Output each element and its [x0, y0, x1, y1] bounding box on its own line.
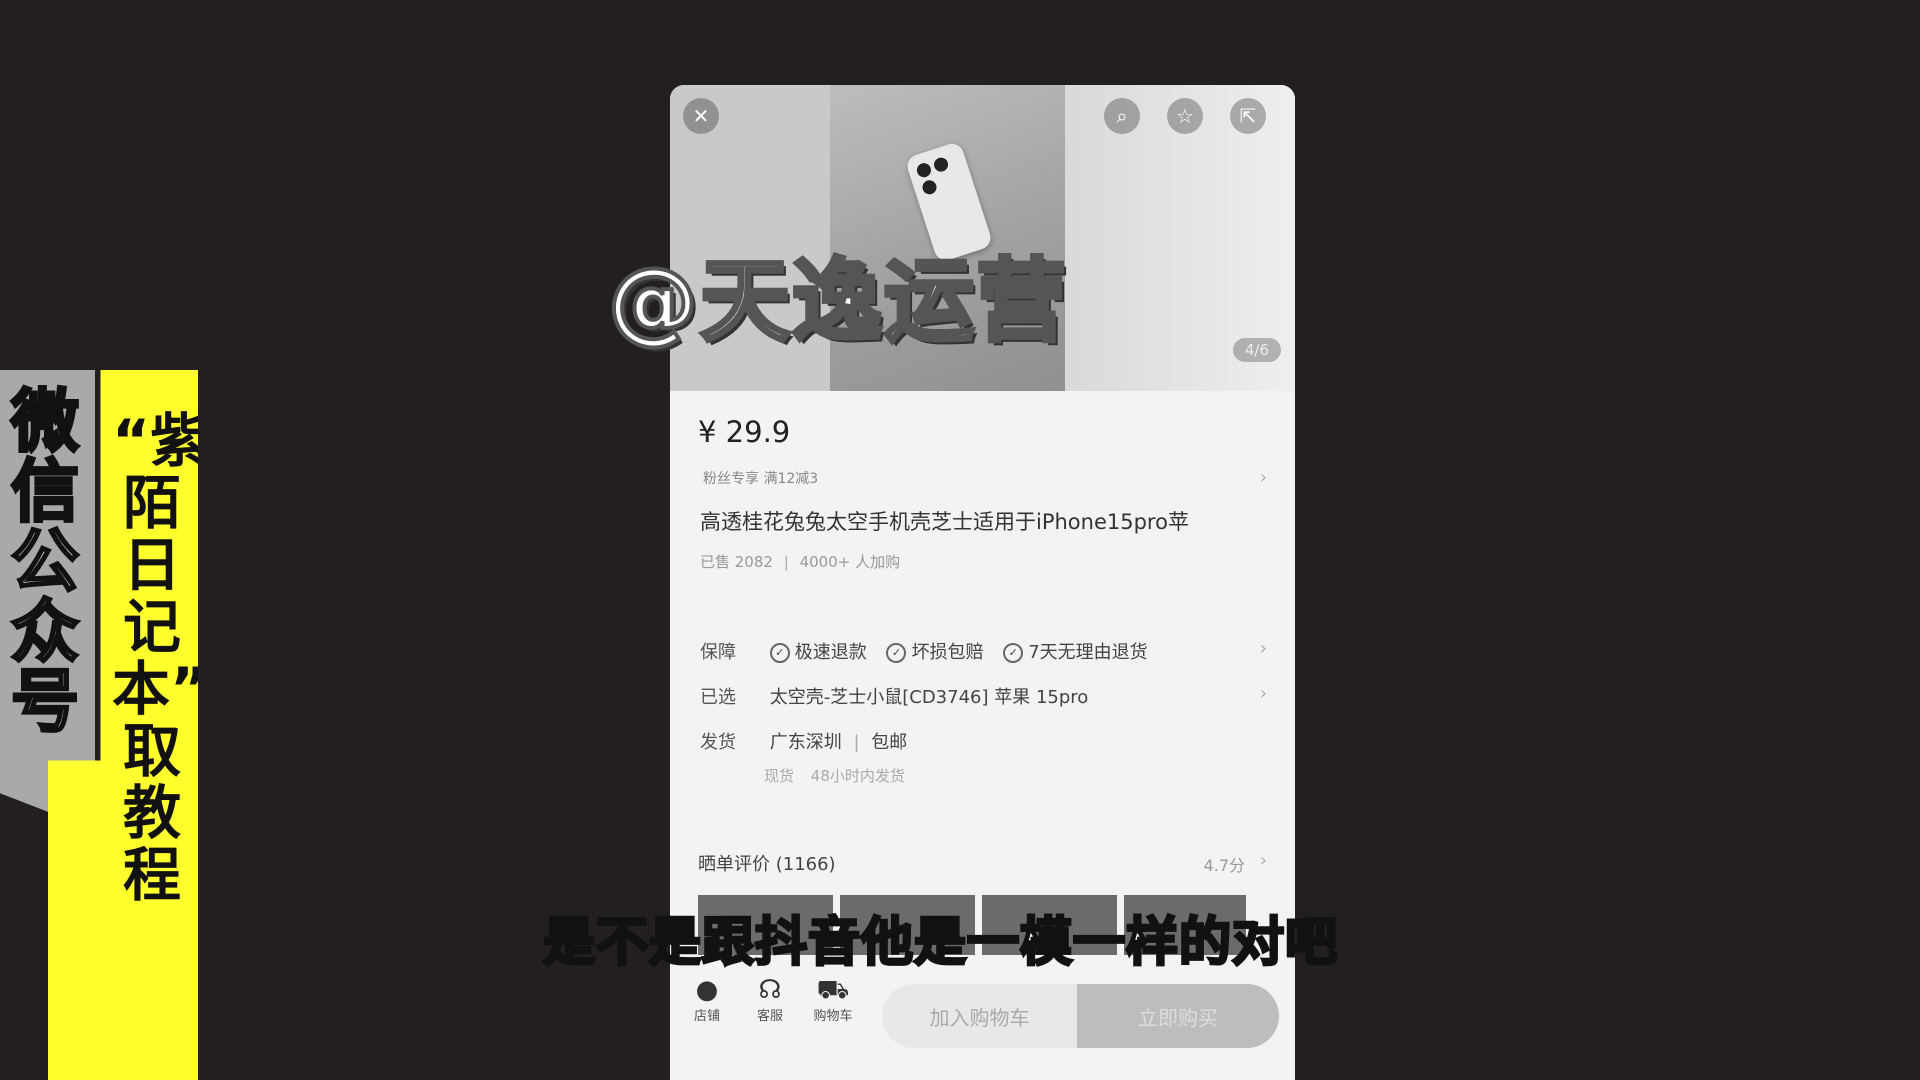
divider: |: [853, 732, 860, 753]
check-circle-icon: ✓: [886, 643, 907, 663]
camera-lens: [932, 155, 950, 174]
reviews-title[interactable]: 晒单评价 (1166): [698, 850, 836, 876]
guarantee-item: ✓ 坏损包赔: [886, 642, 983, 663]
cart-button[interactable]: ⛟ 购物车: [808, 975, 858, 1024]
chevron-right-icon[interactable]: ›: [1260, 683, 1267, 704]
shipping-label: 发货: [700, 732, 736, 753]
guarantee-item-label: 7天无理由退货: [1028, 642, 1148, 663]
divider: |: [783, 553, 789, 571]
chevron-right-icon[interactable]: ›: [1260, 638, 1267, 659]
search-icon[interactable]: ⌕: [1104, 98, 1140, 134]
check-circle-icon: ✓: [769, 643, 790, 663]
promo-tag[interactable]: 粉丝专享 满12减3: [703, 468, 818, 488]
watermark: @天逸运营: [606, 247, 1068, 356]
add-to-cart-button[interactable]: 加入购物车: [882, 984, 1077, 1048]
selected-value: 太空壳-芝士小鼠[CD3746] 苹果 15pro: [769, 687, 1089, 708]
sold-count: 已售 2082: [700, 553, 773, 571]
product-title: 高透桂花兔兔太空手机壳芝士适用于iPhone15pro苹: [700, 510, 1189, 534]
store-icon: ●: [695, 975, 719, 1005]
selected-row[interactable]: 已选 太空壳-芝士小鼠[CD3746] 苹果 15pro: [700, 683, 1088, 709]
camera-lens: [915, 161, 933, 180]
sales-info: 已售 2082 | 4000+ 人加购: [700, 551, 900, 572]
review-rating: 4.7分: [1203, 856, 1245, 875]
stock-status: 现货: [764, 767, 795, 785]
delivery-time: 48小时内发货: [810, 767, 905, 785]
camera-lens: [920, 178, 939, 197]
product-price: ¥ 29.9: [698, 415, 791, 449]
shipping-fee: 包邮: [871, 732, 908, 753]
close-icon[interactable]: ✕: [683, 98, 719, 134]
guarantee-label: 保障: [700, 642, 736, 663]
service-button[interactable]: ☊ 客服: [745, 975, 795, 1024]
guarantee-item-label: 坏损包赔: [911, 642, 984, 663]
buyers-count: 4000+ 人加购: [799, 553, 901, 571]
guarantee-row[interactable]: 保障 ✓ 极速退款 ✓ 坏损包赔 ✓ 7天无理由退货: [700, 638, 1162, 664]
service-label: 客服: [756, 1009, 783, 1024]
selected-label: 已选: [700, 687, 736, 708]
guarantee-item-label: 极速退款: [794, 642, 867, 663]
store-button[interactable]: ● 店铺: [682, 975, 732, 1024]
share-icon[interactable]: ⇱: [1230, 98, 1266, 134]
shipping-origin: 广东深圳: [769, 732, 842, 753]
buy-now-button[interactable]: 立即购买: [1077, 984, 1279, 1048]
cart-label: 购物车: [813, 1009, 853, 1024]
guarantee-item: ✓ 7天无理由退货: [1003, 642, 1148, 663]
check-circle-icon: ✓: [1003, 643, 1024, 663]
chevron-right-icon[interactable]: ›: [1260, 850, 1267, 871]
cart-icon: ⛟: [816, 975, 850, 1005]
chevron-right-icon[interactable]: ›: [1260, 467, 1267, 488]
guarantee-item: ✓ 极速退款: [769, 642, 867, 663]
side-banner-yellow-text: “紫陌日记本”自取教程: [112, 407, 267, 909]
side-banner-gray-text: 微信公众号: [9, 383, 80, 742]
store-label: 店铺: [693, 1009, 720, 1024]
shipping-note: 现货 48小时内发货: [764, 765, 905, 786]
image-counter: 4/6: [1232, 338, 1281, 362]
headset-icon: ☊: [758, 975, 782, 1005]
star-icon[interactable]: ☆: [1167, 98, 1203, 134]
shipping-row: 发货 广东深圳 | 包邮: [700, 728, 907, 754]
video-subtitle: 是不是跟抖音他是一模一样的对吧: [541, 912, 1339, 975]
